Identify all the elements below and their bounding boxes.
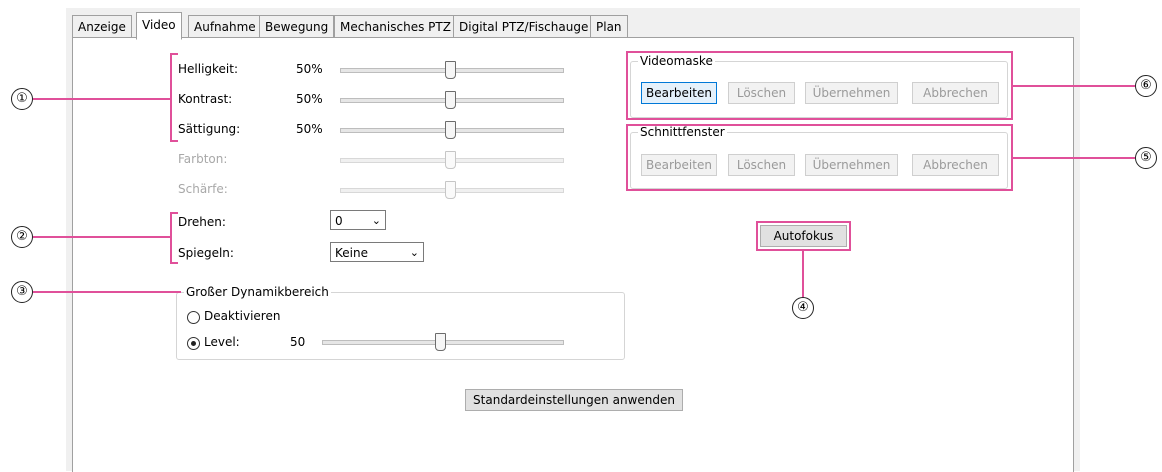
wdr-deactivate-radio[interactable] <box>187 311 200 324</box>
callout-1-leader <box>33 98 172 100</box>
brightness-slider-thumb[interactable] <box>445 61 456 79</box>
callout-2-bracket-bottom <box>170 262 178 264</box>
apply-defaults-button[interactable]: Standardeinstellungen anwenden <box>465 389 683 411</box>
callout-2-leader <box>33 236 172 238</box>
callout-5-highlight <box>626 124 1013 191</box>
callout-2: ② <box>11 226 33 248</box>
contrast-value: 50% <box>296 92 323 106</box>
callout-4: ④ <box>792 297 814 319</box>
wdr-level-slider-thumb[interactable] <box>435 333 446 351</box>
sharpness-label: Schärfe: <box>178 182 228 196</box>
callout-2-bracket-top <box>170 212 178 214</box>
tab-video[interactable]: Video <box>136 12 182 40</box>
mirror-select[interactable]: Keine ⌄ <box>330 242 424 262</box>
radio-selected-dot <box>191 341 196 346</box>
brightness-label: Helligkeit: <box>178 62 239 76</box>
callout-6-highlight <box>626 51 1013 120</box>
callout-4-leader <box>802 251 804 297</box>
callout-1-bracket-bottom <box>170 140 178 142</box>
hue-label: Farbton: <box>178 152 228 166</box>
callout-2-bracket <box>170 212 172 264</box>
mirror-select-value: Keine <box>335 246 368 260</box>
callout-3: ③ <box>11 281 33 303</box>
wdr-group <box>176 292 625 360</box>
callout-6-leader <box>1013 85 1135 87</box>
chevron-down-icon: ⌄ <box>371 214 381 227</box>
tab-mechanisches-ptz[interactable]: Mechanisches PTZ <box>334 15 457 38</box>
tab-digital-ptz[interactable]: Digital PTZ/Fischauge <box>453 15 595 38</box>
rotate-select[interactable]: 0 ⌄ <box>330 210 386 230</box>
tab-aufnahme[interactable]: Aufnahme <box>188 15 262 38</box>
brightness-value: 50% <box>296 62 323 76</box>
saturation-slider-thumb[interactable] <box>445 121 456 139</box>
sharpness-slider-thumb <box>445 181 456 199</box>
wdr-level-label: Level: <box>204 335 240 349</box>
contrast-label: Kontrast: <box>178 92 233 106</box>
rotate-select-value: 0 <box>335 214 343 228</box>
tab-bewegung[interactable]: Bewegung <box>259 15 335 38</box>
hue-slider-thumb <box>445 151 456 169</box>
rotate-label: Drehen: <box>178 215 226 229</box>
wdr-level-value: 50 <box>290 335 306 349</box>
callout-5-leader <box>1013 157 1135 159</box>
contrast-slider-thumb[interactable] <box>445 91 456 109</box>
callout-5: ⑤ <box>1135 147 1157 169</box>
wdr-level-radio[interactable] <box>187 337 200 350</box>
mirror-label: Spiegeln: <box>178 246 234 260</box>
callout-3-leader <box>33 291 181 293</box>
tab-plan[interactable]: Plan <box>590 15 628 38</box>
callout-6: ⑥ <box>1135 75 1157 97</box>
saturation-label: Sättigung: <box>178 122 241 136</box>
saturation-value: 50% <box>296 122 323 136</box>
callout-1-bracket-top <box>170 53 178 55</box>
wdr-deactivate-label: Deaktivieren <box>204 309 281 323</box>
callout-4-highlight <box>756 221 851 251</box>
chevron-down-icon: ⌄ <box>409 246 419 259</box>
wdr-group-title: Großer Dynamikbereich <box>184 285 331 299</box>
callout-1: ① <box>11 88 33 110</box>
tab-anzeige[interactable]: Anzeige <box>72 15 132 38</box>
